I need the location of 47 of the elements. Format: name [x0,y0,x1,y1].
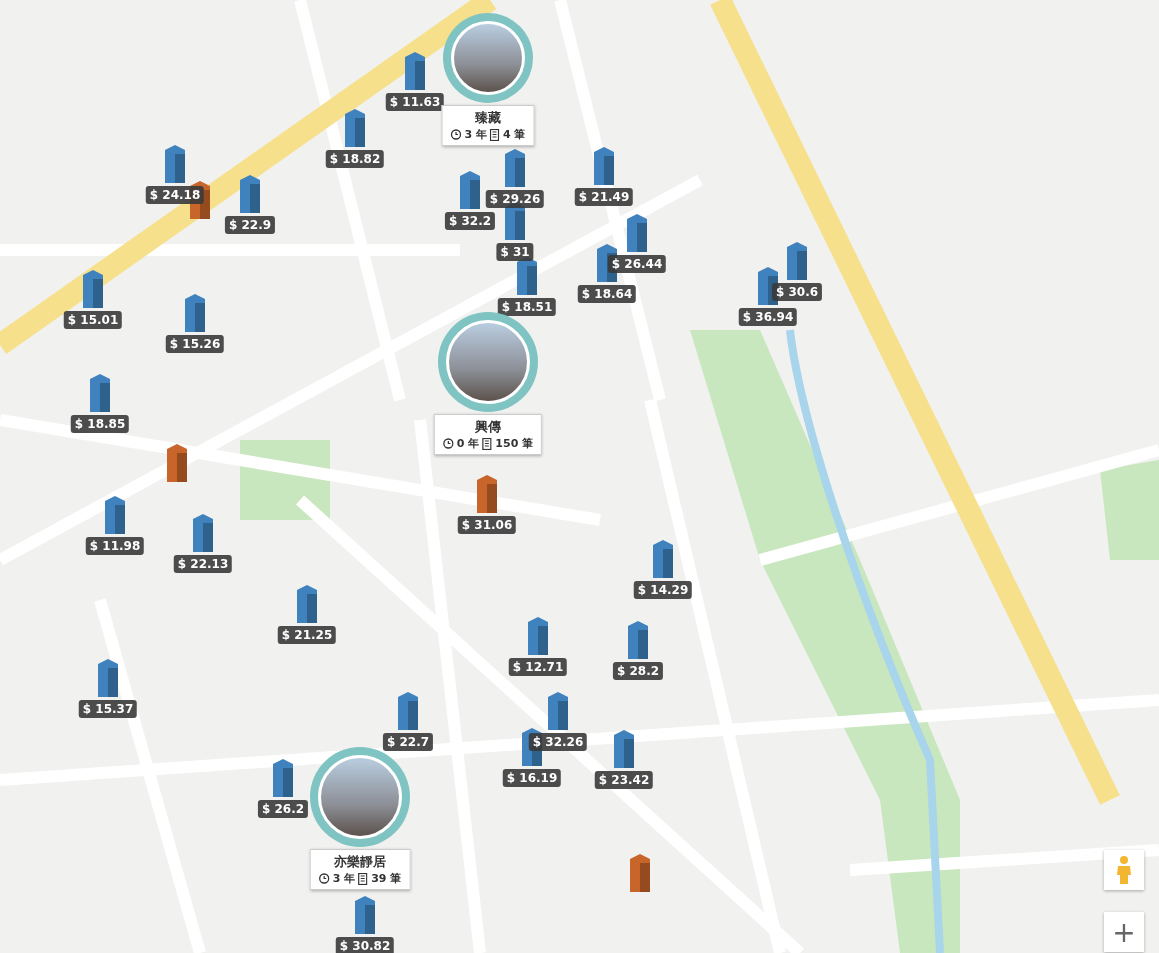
price-label: $ 15.26 [165,335,225,353]
price-label: $ 18.51 [497,298,557,316]
price-label: $ 16.19 [502,769,562,787]
price-label: $ 32.2 [444,212,496,230]
listing-count: 150 筆 [495,436,534,451]
price-label: $ 14.29 [633,581,693,599]
price-label: $ 28.2 [612,662,664,680]
price-label: $ 11.98 [85,537,145,555]
price-label: $ 22.7 [382,733,434,751]
price-label: $ 30.6 [771,283,823,301]
price-label: $ 31 [496,243,534,261]
price-label: $ 30.82 [335,937,395,953]
listing-count: 39 筆 [371,871,402,886]
price-label: $ 36.94 [738,308,798,326]
price-label: $ 26.44 [607,255,667,273]
clock-icon [442,438,454,449]
price-label: $ 21.25 [277,626,337,644]
zoom-in-button[interactable]: + [1104,912,1144,952]
price-label: $ 22.9 [224,216,276,234]
person-icon [1115,855,1133,885]
price-label: $ 32.26 [528,733,588,751]
price-label: $ 15.37 [78,700,138,718]
project-card[interactable]: 臻藏 3 年 4 筆 [441,105,535,146]
building-age: 3 年 [464,127,487,142]
price-label: $ 18.82 [325,150,385,168]
project-name: 興傳 [474,418,502,436]
price-label: $ 29.26 [485,190,545,208]
clock-icon [450,129,462,140]
building-age: 0 年 [456,436,480,451]
price-label: $ 18.64 [577,285,637,303]
price-label: $ 24.18 [145,186,205,204]
building-age: 3 年 [332,871,356,886]
listing-count: 4 筆 [503,127,526,142]
price-label: $ 12.71 [508,658,568,676]
price-label: $ 23.42 [594,771,654,789]
project-name: 亦樂靜居 [333,853,387,871]
price-label: $ 31.06 [457,516,517,534]
price-label: $ 11.63 [385,93,445,111]
price-label: $ 15.01 [63,311,123,329]
price-label: $ 26.2 [257,800,309,818]
price-label: $ 22.13 [173,555,233,573]
price-label: $ 18.85 [70,415,130,433]
project-name: 臻藏 [474,109,502,127]
project-card[interactable]: 亦樂靜居 3 年 39 筆 [309,849,411,890]
clock-icon [318,873,330,884]
price-label: $ 21.49 [574,188,634,206]
project-card[interactable]: 興傳 0 年 150 筆 [433,414,543,455]
